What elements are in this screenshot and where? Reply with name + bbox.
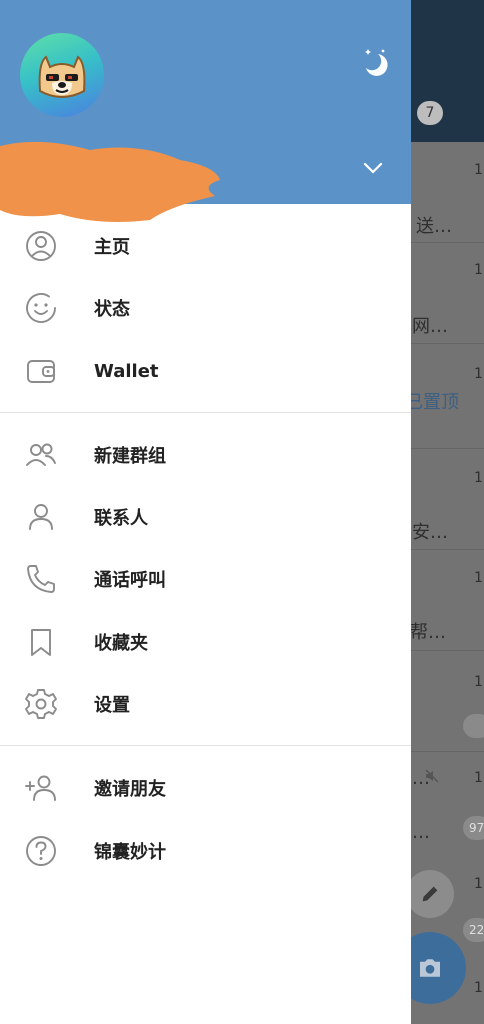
menu-divider: [0, 412, 411, 413]
chat-snippet: 安…: [412, 522, 448, 543]
add-person-icon: [24, 771, 58, 805]
profile-circle-icon: [24, 229, 58, 263]
group-icon: [24, 438, 58, 472]
menu-item-settings[interactable]: 设置: [0, 673, 411, 735]
menu-item-new-group[interactable]: 新建群组: [0, 424, 411, 486]
bookmark-icon: [24, 625, 58, 659]
chat-snippet: …: [412, 822, 430, 843]
menu-label: Wallet: [94, 360, 159, 382]
chat-time: 1: [474, 366, 483, 382]
menu-label: 主页: [94, 237, 130, 258]
muted-icon: [424, 768, 440, 788]
menu-label: 设置: [94, 695, 130, 716]
chat-snippet: 送…: [416, 216, 452, 237]
account-expand-button[interactable]: [360, 155, 386, 181]
chevron-down-icon: [363, 162, 383, 174]
pencil-icon: [422, 886, 438, 902]
unread-badge: 22: [463, 918, 484, 942]
menu-item-status[interactable]: 状态: [0, 277, 411, 339]
avatar[interactable]: [20, 33, 104, 117]
compose-button[interactable]: [406, 870, 454, 918]
chat-time: 1: [474, 162, 483, 178]
menu-item-home[interactable]: 主页: [0, 215, 411, 277]
chat-snippet: 网…: [412, 316, 448, 337]
menu-item-calls[interactable]: 通话呼叫: [0, 548, 411, 610]
menu-item-wallet[interactable]: Wallet: [0, 340, 411, 402]
chat-time: 1: [474, 674, 483, 690]
chat-time: 1: [474, 770, 483, 786]
drawer-header: [0, 0, 411, 222]
chat-snippet: 帮…: [410, 622, 446, 643]
menu-label: 通话呼叫: [94, 570, 166, 591]
unread-badge: 97: [463, 816, 484, 840]
menu-label: 新建群组: [94, 446, 166, 467]
menu-label: 锦囊妙计: [94, 842, 166, 863]
night-mode-toggle[interactable]: [356, 44, 390, 78]
menu-label: 状态: [94, 299, 130, 320]
moon-stars-icon: [365, 49, 388, 76]
chat-time: 1: [474, 980, 483, 996]
menu-label: 收藏夹: [94, 633, 148, 654]
menu-item-saved[interactable]: 收藏夹: [0, 611, 411, 673]
gear-icon: [24, 687, 58, 721]
doge-avatar-icon: [38, 55, 86, 98]
menu-label: 邀请朋友: [94, 779, 166, 800]
navigation-drawer: 主页 状态 Wallet 新建群组 联系人 通话呼叫 收藏夹 设置 邀请朋友 锦…: [0, 0, 411, 1024]
help-circle-icon: [24, 834, 58, 868]
phone-icon: [24, 562, 58, 596]
menu-label: 联系人: [94, 508, 148, 529]
menu-item-contacts[interactable]: 联系人: [0, 486, 411, 548]
chat-time: 1: [474, 570, 483, 586]
wallet-icon: [24, 354, 58, 388]
redacted-username: [0, 141, 220, 222]
chat-time: 1: [474, 262, 483, 278]
unread-badge: [463, 714, 484, 738]
menu-divider: [0, 745, 411, 746]
menu-item-tips[interactable]: 锦囊妙计: [0, 820, 411, 882]
smiley-icon: [24, 291, 58, 325]
chat-time: 1: [474, 876, 483, 892]
unread-filter-badge: 7: [417, 101, 443, 125]
camera-icon: [420, 959, 440, 977]
person-icon: [24, 500, 58, 534]
menu-item-invite[interactable]: 邀请朋友: [0, 757, 411, 819]
pinned-label: 已置顶: [405, 392, 459, 413]
chat-time: 1: [474, 470, 483, 486]
